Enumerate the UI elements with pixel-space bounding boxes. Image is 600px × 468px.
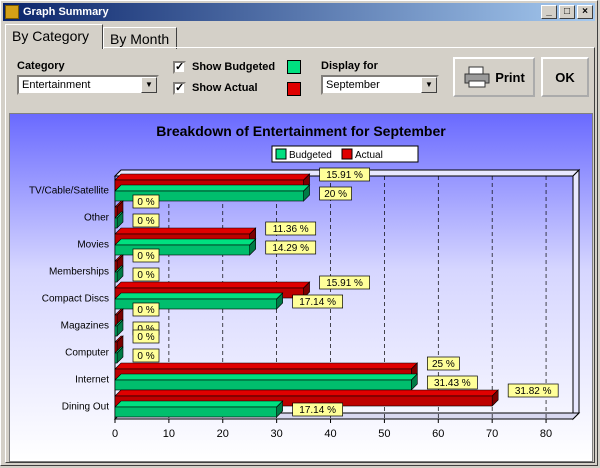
- actual-bar-top: [114, 362, 419, 370]
- bar-chart: Breakdown of Entertainment for September…: [10, 114, 592, 461]
- actual-data-label: 15.91 %: [326, 278, 363, 289]
- display-for-label: Display for: [321, 60, 378, 72]
- budgeted-data-label: 0 %: [137, 351, 154, 362]
- x-tick-label: 20: [217, 428, 229, 440]
- x-tick-label: 50: [378, 428, 390, 440]
- x-tick-label: 40: [324, 428, 336, 440]
- budgeted-data-label: 17.14 %: [299, 405, 336, 416]
- show-actual-label: Show Actual: [192, 82, 258, 94]
- actual-color-swatch[interactable]: [287, 82, 301, 96]
- ok-button[interactable]: OK: [541, 57, 589, 97]
- actual-data-label: 25 %: [432, 359, 455, 370]
- actual-bar-top: [114, 227, 257, 235]
- budgeted-data-label: 0 %: [137, 216, 154, 227]
- x-tick-label: 70: [486, 428, 498, 440]
- actual-data-label: 0 %: [137, 305, 154, 316]
- minimize-button[interactable]: _: [541, 5, 557, 19]
- maximize-button[interactable]: □: [559, 5, 575, 19]
- dropdown-arrow-icon[interactable]: ▼: [421, 77, 437, 93]
- category-label: TV/Cable/Satellite: [29, 186, 109, 197]
- budgeted-bar: [114, 217, 118, 229]
- actual-bar-top: [114, 173, 311, 181]
- budgeted-data-label: 20 %: [324, 189, 347, 200]
- printer-icon: [464, 66, 490, 88]
- actual-data-label: 11.36 %: [273, 224, 309, 235]
- legend-label-actual: Actual: [355, 150, 383, 161]
- budgeted-bar-top: [114, 292, 284, 300]
- actual-bar: [114, 341, 118, 353]
- budgeted-bar-top: [114, 238, 257, 246]
- title-bar[interactable]: Graph Summary _ □ ×: [3, 3, 595, 21]
- window-title: Graph Summary: [23, 6, 109, 18]
- chart-area: Breakdown of Entertainment for September…: [9, 113, 593, 462]
- chart-title: Breakdown of Entertainment for September: [156, 123, 446, 139]
- x-tick-label: 30: [271, 428, 283, 440]
- graph-summary-window: Graph Summary _ □ × By Category By Month…: [0, 0, 598, 466]
- category-label: Compact Discs: [42, 294, 109, 305]
- budgeted-bar-top: [114, 373, 419, 381]
- category-label: Memberships: [49, 267, 109, 278]
- print-label: Print: [495, 69, 525, 85]
- actual-data-label: 0 %: [137, 251, 154, 262]
- budgeted-data-label: 0 %: [137, 270, 154, 281]
- show-budgeted-label: Show Budgeted: [192, 61, 276, 73]
- budgeted-bar: [114, 379, 412, 391]
- actual-data-label: 0 %: [137, 332, 154, 343]
- display-for-dropdown[interactable]: September ▼: [321, 75, 439, 95]
- show-actual-checkbox[interactable]: ✓: [173, 82, 186, 95]
- chart-legend: Budgeted Actual: [271, 145, 419, 163]
- category-label: Computer: [65, 348, 110, 359]
- budgeted-data-label: 17.14 %: [299, 297, 336, 308]
- close-button[interactable]: ×: [577, 5, 593, 19]
- budgeted-bar-top: [114, 184, 311, 192]
- budgeted-bar: [114, 271, 118, 283]
- tab-by-category[interactable]: By Category: [5, 24, 103, 49]
- legend-swatch-actual: [341, 148, 353, 160]
- category-dropdown[interactable]: Entertainment ▼: [17, 75, 159, 95]
- actual-data-label: 0 %: [137, 197, 154, 208]
- legend-label-budgeted: Budgeted: [289, 150, 332, 161]
- budgeted-bar: [114, 352, 118, 364]
- legend-swatch-budgeted: [275, 148, 287, 160]
- category-label: Category: [17, 60, 65, 72]
- x-tick-label: 0: [112, 428, 118, 440]
- actual-bar: [114, 206, 118, 218]
- tab-by-month[interactable]: By Month: [103, 27, 177, 49]
- actual-bar: [114, 314, 118, 326]
- print-button[interactable]: Print: [453, 57, 535, 97]
- category-label: Internet: [75, 375, 109, 386]
- plot-right-wall: [572, 168, 580, 421]
- budgeted-bar-top: [114, 400, 284, 408]
- actual-bar: [114, 260, 118, 272]
- category-label: Dining Out: [62, 402, 109, 413]
- category-label: Magazines: [61, 321, 109, 332]
- actual-bar-top: [114, 281, 311, 289]
- x-tick-label: 80: [540, 428, 552, 440]
- budgeted-color-swatch[interactable]: [287, 60, 301, 74]
- budgeted-data-label: 14.29 %: [272, 243, 309, 254]
- dropdown-arrow-icon[interactable]: ▼: [141, 77, 157, 93]
- display-for-value: September: [326, 79, 380, 91]
- actual-data-label: 31.82 %: [515, 386, 552, 397]
- x-tick-label: 60: [432, 428, 444, 440]
- category-label: Movies: [77, 240, 109, 251]
- app-icon: [5, 5, 19, 19]
- budgeted-bar: [114, 406, 277, 418]
- actual-bar-top: [114, 389, 499, 397]
- budgeted-bar: [114, 325, 118, 337]
- category-label: Other: [84, 213, 110, 224]
- x-tick-label: 10: [163, 428, 175, 440]
- actual-data-label: 15.91 %: [326, 170, 363, 181]
- show-budgeted-checkbox[interactable]: ✓: [173, 61, 186, 74]
- budgeted-data-label: 31.43 %: [434, 378, 471, 389]
- category-value: Entertainment: [22, 79, 91, 91]
